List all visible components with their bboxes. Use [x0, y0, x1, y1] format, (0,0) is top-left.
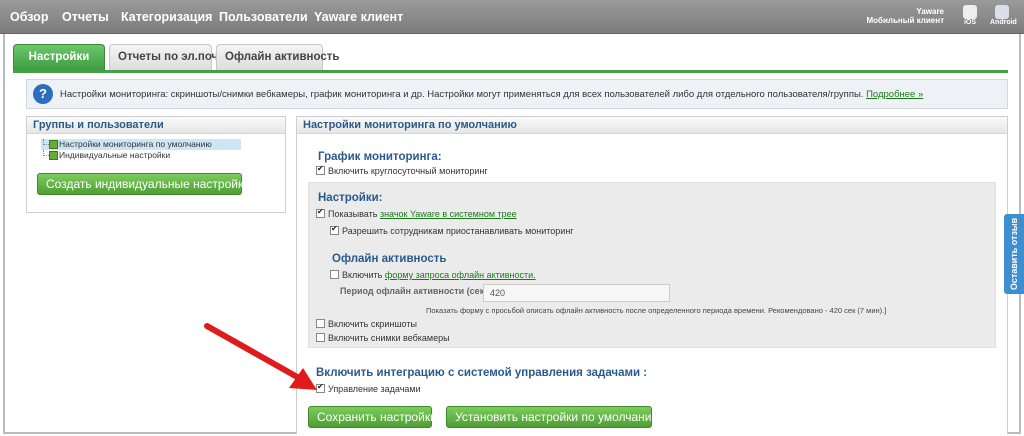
tasks-integration-title: Включить интеграцию с системой управлени… — [316, 367, 648, 379]
settings-node-icon — [49, 140, 58, 149]
tab-offline-activity[interactable]: Офлайн активность — [216, 44, 339, 70]
nav-categorization[interactable]: Категоризация — [121, 10, 212, 24]
offline-enable-checkbox[interactable] — [330, 270, 339, 279]
top-navbar: Обзор Отчеты Категоризация Пользователи … — [0, 0, 1024, 34]
offline-form-link[interactable]: форму запроса офлайн активности. — [385, 270, 536, 280]
tab-settings[interactable]: Настройки — [13, 44, 105, 71]
android-link[interactable]: Android — [990, 5, 1017, 29]
settings-tree: Настройки мониторинга по умолчанию Индив… — [41, 139, 241, 161]
nav-yaware-client[interactable]: Yaware клиент — [314, 10, 403, 24]
question-icon: ? — [33, 84, 53, 104]
screenshots-checkbox[interactable] — [316, 319, 325, 328]
info-text: Настройки мониторинга: скриншоты/снимки … — [60, 89, 864, 100]
offline-enable-row[interactable]: Включить форму запроса офлайн активности… — [330, 270, 536, 280]
offline-period-label: Период офлайн активности (сек): — [340, 286, 491, 296]
webcam-row[interactable]: Включить снимки вебкамеры — [316, 333, 450, 343]
groups-users-panel: Группы и пользователи Настройки монитори… — [26, 116, 286, 213]
settings-node-icon — [49, 151, 58, 160]
settings-title: Настройки: — [318, 192, 383, 204]
offline-period-input[interactable]: 420 — [483, 284, 670, 302]
task-management-row[interactable]: Управление задачами — [316, 382, 421, 394]
nav-users[interactable]: Пользователи — [219, 10, 308, 24]
offline-title: Офлайн активность — [332, 253, 447, 265]
create-individual-settings-button[interactable]: Создать индивидуальные настройки — [37, 173, 250, 195]
info-bar: ? Настройки мониторинга: скриншоты/снимк… — [26, 79, 1008, 109]
ios-link[interactable]: iOS — [960, 5, 980, 29]
default-monitoring-title: Настройки мониторинга по умолчанию — [297, 117, 1007, 134]
tray-icon-link[interactable]: значок Yaware в системном трее — [380, 209, 517, 219]
feedback-tab[interactable]: Оставить отзыв — [1004, 214, 1024, 294]
tree-item-individual-settings[interactable]: Индивидуальные настройки — [41, 150, 241, 161]
save-settings-button[interactable]: Сохранить настройки — [308, 406, 437, 428]
offline-hint: Показать форму с просьбой описать офлайн… — [426, 306, 887, 315]
task-management-checkbox[interactable] — [316, 382, 325, 393]
round-clock-checkbox[interactable] — [316, 164, 325, 175]
groups-users-title: Группы и пользователи — [27, 117, 285, 134]
tree-item-default-settings[interactable]: Настройки мониторинга по умолчанию — [41, 139, 241, 150]
more-link[interactable]: Подробнее » — [866, 89, 923, 100]
nav-overview[interactable]: Обзор — [10, 10, 48, 24]
mobile-client-label: Yaware Мобильный клиент — [866, 7, 944, 25]
webcam-checkbox[interactable] — [316, 333, 325, 342]
screenshots-row[interactable]: Включить скриншоты — [316, 319, 417, 329]
show-tray-icon-checkbox[interactable] — [316, 207, 325, 218]
phone-icon — [963, 5, 977, 19]
nav-reports[interactable]: Отчеты — [62, 10, 109, 24]
show-tray-icon-row[interactable]: Показывать значок Yaware в системном тре… — [316, 207, 517, 219]
allow-pause-checkbox[interactable] — [330, 224, 339, 235]
round-clock-checkbox-row[interactable]: Включить круглосуточный мониторинг — [316, 164, 488, 176]
tab-email-reports[interactable]: Отчеты по эл.почте — [109, 44, 230, 70]
set-default-settings-button[interactable]: Установить настройки по умолчанию — [446, 406, 660, 428]
schedule-title: График мониторинга: — [318, 151, 442, 163]
allow-pause-row[interactable]: Разрешить сотрудникам приостанавливать м… — [330, 224, 574, 236]
tab-underline — [13, 70, 1008, 73]
android-icon — [995, 5, 1009, 19]
